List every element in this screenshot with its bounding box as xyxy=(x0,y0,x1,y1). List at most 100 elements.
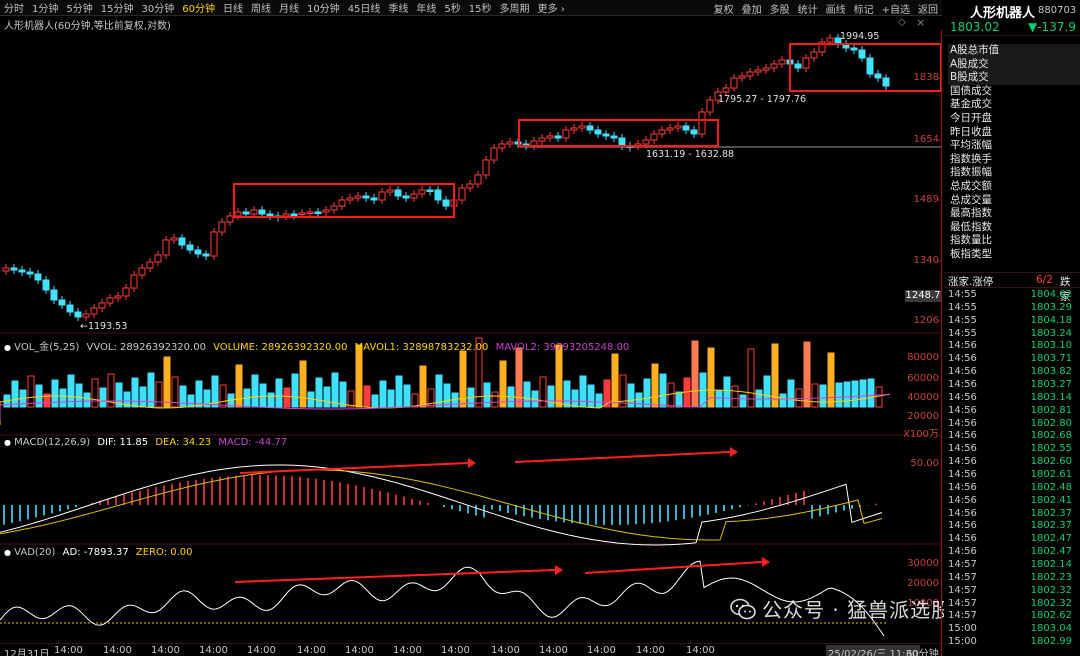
period-tab[interactable]: 10分钟 xyxy=(303,0,344,15)
period-tab[interactable]: 15分钟 xyxy=(97,0,138,15)
tick-time: 14:56 xyxy=(948,520,977,532)
volume-bar xyxy=(595,393,603,408)
stat-menu-item[interactable]: 今日开盘 xyxy=(948,112,1080,126)
toolbar-action[interactable]: 复权 xyxy=(710,1,738,16)
volume-bar xyxy=(827,352,835,408)
period-tab[interactable]: 日线 xyxy=(219,0,247,15)
time-label: 14:00 xyxy=(539,645,568,656)
period-tab[interactable]: 多周期 xyxy=(496,0,534,15)
volume-bar xyxy=(331,372,339,408)
period-tab[interactable]: 45日线 xyxy=(344,0,385,15)
period-unit: 60分钟 xyxy=(906,649,939,656)
toolbar-action[interactable]: 画线 xyxy=(822,1,850,16)
stat-menu-item[interactable]: 指数换手 xyxy=(948,153,1080,167)
candle-body xyxy=(618,137,626,147)
candle-body xyxy=(290,213,298,216)
stat-menu-item[interactable]: A股总市值 xyxy=(948,44,1080,58)
stat-menu-item[interactable]: 总成交量 xyxy=(948,194,1080,208)
volume-bar xyxy=(59,388,67,408)
stat-menu-item[interactable]: 最高指数 xyxy=(948,207,1080,221)
period-tab[interactable]: 年线 xyxy=(412,0,440,15)
tick-price: 1802.48 xyxy=(1030,481,1072,493)
candle-body xyxy=(82,313,90,318)
period-tab[interactable]: 60分钟 xyxy=(178,0,219,15)
stat-menu-item[interactable]: 指数量比 xyxy=(948,234,1080,248)
stat-menu-item[interactable]: 平均涨幅 xyxy=(948,139,1080,153)
toolbar-action[interactable]: 叠加 xyxy=(738,1,766,16)
tick-list[interactable]: 14:55 1804.02 14:55 1803.29 14:55 1804.18 14:5… xyxy=(944,289,1080,649)
tick-price: 1803.29 xyxy=(1030,301,1072,313)
candle-body xyxy=(642,139,650,145)
volume-bar xyxy=(483,382,491,408)
period-tab[interactable]: 1分钟 xyxy=(28,0,62,15)
period-tab[interactable]: 5秒 xyxy=(440,0,464,15)
arrow-head xyxy=(762,557,770,567)
volume-bar xyxy=(835,382,843,408)
candle-body xyxy=(538,137,546,142)
candle-body xyxy=(314,211,322,214)
period-tab[interactable]: 月线 xyxy=(275,0,303,15)
volume-bar xyxy=(819,384,827,408)
candle-body xyxy=(202,253,210,257)
candle-body xyxy=(266,213,274,217)
candle-body xyxy=(170,237,178,241)
stat-menu-item[interactable]: 昨日收盘 xyxy=(948,126,1080,140)
candle-body xyxy=(546,135,554,139)
toolbar-action[interactable]: 标记 xyxy=(850,1,878,16)
volume-bar xyxy=(403,384,411,408)
candle-body xyxy=(562,129,570,139)
stat-menu-item[interactable]: B股成交 xyxy=(948,71,1080,85)
candle-body xyxy=(506,141,514,145)
period-tab[interactable]: 更多 › xyxy=(534,0,569,15)
volume-bar xyxy=(259,383,267,408)
period-tab[interactable]: 15秒 xyxy=(465,0,496,15)
candle-body xyxy=(178,237,186,246)
toolbar-action[interactable]: 统计 xyxy=(794,1,822,16)
arrow-head xyxy=(468,458,476,468)
volume-bar xyxy=(75,383,83,408)
close-icon[interactable]: × xyxy=(916,16,925,29)
period-tab[interactable]: 周线 xyxy=(247,0,275,15)
price-tick: 1489 xyxy=(913,194,939,205)
tick-row: 15:00 1803.04 xyxy=(944,623,1080,636)
candle-body xyxy=(106,297,114,304)
settings-icon[interactable]: ◇ xyxy=(898,17,906,28)
candle-body xyxy=(674,125,682,129)
time-label: 14:00 xyxy=(686,645,715,656)
candle-body xyxy=(322,209,330,213)
candle-body xyxy=(2,267,10,272)
period-tab[interactable]: 30分钟 xyxy=(137,0,178,15)
tick-price: 1804.02 xyxy=(1030,289,1072,300)
index-price: 1803.02 xyxy=(950,20,1000,34)
tick-price: 1803.27 xyxy=(1030,379,1072,391)
volume-bar xyxy=(779,393,787,408)
toolbar-action[interactable]: 返回 xyxy=(914,1,942,16)
vol-mavol2: MAVOL2: 39793205248.00 xyxy=(495,342,630,353)
time-label: 12月31日 xyxy=(4,649,50,656)
period-tab[interactable]: 分时 xyxy=(0,0,28,15)
stat-menu-item[interactable]: 基金成交 xyxy=(948,98,1080,112)
tick-row: 14:57 1802.32 xyxy=(944,598,1080,611)
volume-bar xyxy=(715,390,723,408)
time-label: 14:00 xyxy=(151,645,180,656)
volume-bar xyxy=(195,380,203,408)
stat-menu-item[interactable]: 国债成交 xyxy=(948,85,1080,99)
stat-menu-item[interactable]: 总成交额 xyxy=(948,180,1080,194)
tick-row: 14:55 1804.02 xyxy=(944,289,1080,302)
candle-body xyxy=(706,99,714,113)
stat-menu-item[interactable]: 指数振幅 xyxy=(948,166,1080,180)
tick-time: 14:56 xyxy=(948,430,977,442)
candle-body xyxy=(362,195,370,199)
toolbar-action[interactable]: 多股 xyxy=(766,1,794,16)
volume-bar xyxy=(667,382,675,408)
macd-name: MACD(12,26,9) xyxy=(14,437,91,448)
period-tab[interactable]: 季线 xyxy=(384,0,412,15)
candle-body xyxy=(482,159,490,176)
tick-row: 15:00 1802.99 xyxy=(944,636,1080,649)
stat-menu-item[interactable]: A股成交 xyxy=(948,57,1080,72)
period-tab[interactable]: 5分钟 xyxy=(62,0,96,15)
stat-menu-item[interactable]: 板指类型 xyxy=(948,248,1080,262)
candle-body xyxy=(306,211,314,214)
stat-menu-item[interactable]: 最低指数 xyxy=(948,221,1080,235)
toolbar-action[interactable]: +自选 xyxy=(878,1,914,16)
